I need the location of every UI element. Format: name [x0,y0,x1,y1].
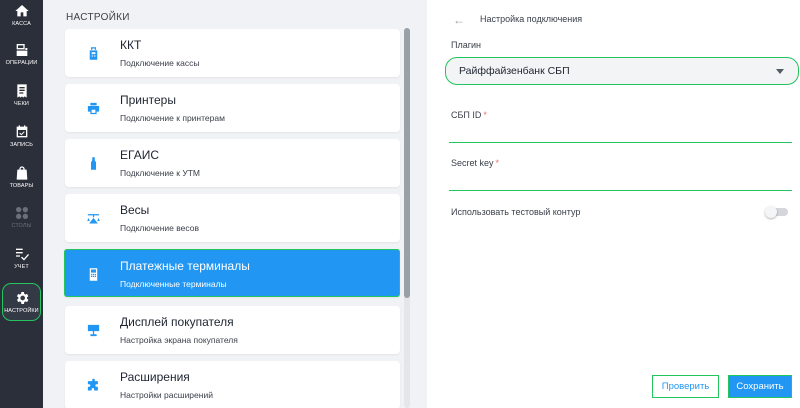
checklist-icon [14,246,30,262]
settings-card-printers[interactable]: Принтеры Подключение к принтерам [65,84,400,132]
sbp-id-label: СБП ID * [451,110,487,120]
chevron-down-icon [776,69,784,74]
card-title: ЕГАИС [120,148,159,162]
printer-icon [81,96,105,120]
card-title: ККТ [120,38,142,52]
calendar-check-icon [14,124,30,140]
back-arrow-icon[interactable]: ← [453,13,465,27]
customer-display-icon [81,318,105,342]
receipt-icon [14,83,30,99]
nav-item-products[interactable]: ТОВАРЫ [0,165,43,189]
main-nav: КАССА ОПЕРАЦИИ ЧЕКИ ЗАПИСЬ ТОВАРЫ СТОЛЫ [0,0,43,408]
card-title: Дисплей покупателя [120,315,234,329]
sbp-id-input[interactable] [449,121,792,142]
test-mode-label: Использовать тестовый контур [451,207,581,217]
card-subtitle: Подключение весов [120,223,199,233]
settings-title: НАСТРОЙКИ [66,12,130,23]
secret-key-label-text: Secret key [451,158,494,168]
card-subtitle: Подключение к УТМ [120,168,201,178]
nav-item-operations[interactable]: ОПЕРАЦИИ [0,42,43,66]
nav-item-kassa[interactable]: КАССА [0,3,43,27]
card-title: Весы [120,203,150,217]
nav-item-receipts[interactable]: ЧЕКИ [0,83,43,107]
card-title: Платежные терминалы [120,259,250,273]
required-mark: * [495,158,500,168]
puzzle-icon [81,373,105,397]
connection-title: Настройка подключения [480,14,583,24]
plugin-select-value: Райффайзенбанк СБП [459,65,570,77]
nav-label: ОПЕРАЦИИ [5,60,38,66]
settings-card-payment-terminals[interactable]: Платежные терминалы Подключенные термина… [64,249,400,297]
nav-label: НАСТРОЙКИ [4,308,39,314]
toggle-knob [765,206,777,218]
plugin-select[interactable]: Райффайзенбанк СБП [445,57,799,85]
save-button[interactable]: Сохранить [728,375,792,398]
gear-icon [14,290,30,306]
test-mode-toggle[interactable] [765,206,788,218]
card-subtitle: Подключение к принтерам [120,113,225,123]
nav-item-settings[interactable]: НАСТРОЙКИ [2,283,41,321]
card-title: Принтеры [120,93,176,107]
nav-item-tables[interactable]: СТОЛЫ [0,205,43,229]
card-subtitle: Настройка экрана покупателя [120,335,238,345]
settings-card-egais[interactable]: ЕГАИС Подключение к УТМ [65,139,400,187]
settings-card-customer-display[interactable]: Дисплей покупателя Настройка экрана поку… [65,306,400,354]
cash-register-icon [81,41,105,65]
settings-card-extensions[interactable]: Расширения Настройки расширений [65,361,400,408]
payment-terminal-icon [81,262,105,286]
sbp-id-field[interactable] [449,121,792,143]
secret-key-field[interactable] [449,169,792,191]
operations-icon [14,42,30,58]
tables-grid-icon [14,205,30,221]
plugin-label: Плагин [451,40,482,50]
card-subtitle: Подключение кассы [120,58,200,68]
sbp-id-label-text: СБП ID [451,110,482,120]
nav-label: СТОЛЫ [11,223,32,229]
secret-key-label: Secret key * [451,158,499,168]
scrollbar-thumb[interactable] [404,28,410,298]
settings-panel: НАСТРОЙКИ ККТ Подключение кассы Принтеры… [43,0,427,408]
card-subtitle: Настройки расширений [120,390,213,400]
required-mark: * [483,110,487,120]
scales-icon [81,206,105,230]
settings-card-scales[interactable]: Весы Подключение весов [65,194,400,242]
secret-key-input[interactable] [449,169,792,190]
nav-item-accounting[interactable]: УЧЕТ [0,246,43,270]
nav-item-booking[interactable]: ЗАПИСЬ [0,124,43,148]
card-subtitle: Подключенные терминалы [120,279,227,289]
shopping-bag-icon [14,165,30,181]
scrollbar[interactable] [404,28,410,408]
nav-label: ЧЕКИ [14,101,29,107]
nav-label: КАССА [12,21,31,27]
nav-label: ТОВАРЫ [9,183,34,189]
home-icon [14,3,30,19]
nav-label: УЧЕТ [14,264,29,270]
connection-panel: ← Настройка подключения Плагин Райффайзе… [427,0,800,408]
check-button[interactable]: Проверить [652,375,719,398]
settings-card-kkt[interactable]: ККТ Подключение кассы [65,29,400,77]
card-title: Расширения [120,370,190,384]
nav-label: ЗАПИСЬ [9,142,34,148]
bottle-icon [81,151,105,175]
